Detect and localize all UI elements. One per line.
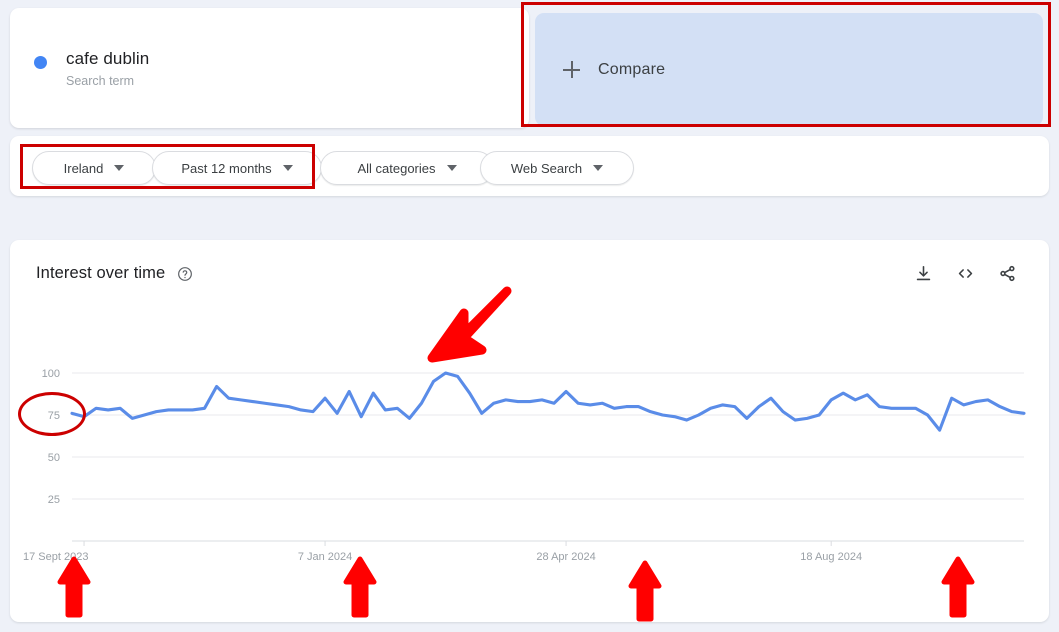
y-axis-tick-75: 75: [48, 410, 60, 422]
y-axis-tick-50: 50: [48, 452, 60, 464]
search-term-card[interactable]: cafe dublin Search term: [10, 8, 529, 128]
filter-category-label: All categories: [357, 160, 436, 176]
compare-button-content: Compare: [535, 61, 665, 79]
x-axis-tick-label: 7 Jan 2024: [298, 551, 352, 563]
filter-region-dropdown[interactable]: Ireland: [32, 151, 156, 185]
y-axis-tick-25: 25: [48, 494, 60, 506]
term-and-compare-row: cafe dublin Search term Compare: [10, 8, 1050, 128]
chevron-down-icon: [114, 165, 125, 171]
search-term-card-content: cafe dublin Search term: [10, 48, 149, 91]
filter-category-dropdown[interactable]: All categories: [320, 151, 494, 185]
chevron-down-icon: [593, 165, 604, 171]
search-term-label: cafe dublin: [66, 48, 150, 68]
filter-time-label: Past 12 months: [181, 160, 272, 176]
series-line-cafe-dublin: [70, 371, 1026, 432]
x-axis-tick-label: 18 Aug 2024: [800, 551, 862, 563]
filter-time-dropdown[interactable]: Past 12 months: [152, 151, 322, 185]
x-axis-tick-label: 17 Sept 2023: [23, 551, 88, 563]
search-term-text-block: cafe dublin Search term: [66, 48, 149, 91]
x-axis-tick-label: 28 Apr 2024: [536, 551, 595, 563]
filter-region-label: Ireland: [63, 160, 104, 176]
plus-icon: [563, 61, 580, 78]
compare-label: Compare: [598, 60, 666, 78]
filter-search-type-dropdown[interactable]: Web Search: [480, 151, 634, 185]
interest-over-time-panel: Interest over time 25 50 75 100 17 Sept …: [10, 240, 1049, 622]
y-axis-tick-100: 100: [42, 368, 60, 380]
search-term-sublabel: Search term: [66, 73, 135, 88]
interest-over-time-chart[interactable]: 25 50 75 100 17 Sept 2023 7 Jan 2024 28 Apr 20…: [10, 240, 1049, 622]
google-trends-page: cafe dublin Search term Compare Ireland …: [0, 0, 1059, 632]
series-color-dot-icon: [34, 55, 47, 69]
compare-button[interactable]: Compare: [535, 13, 1043, 126]
chevron-down-icon: [446, 165, 457, 171]
chevron-down-icon: [282, 165, 293, 171]
filter-search-type-label: Web Search: [510, 160, 583, 176]
